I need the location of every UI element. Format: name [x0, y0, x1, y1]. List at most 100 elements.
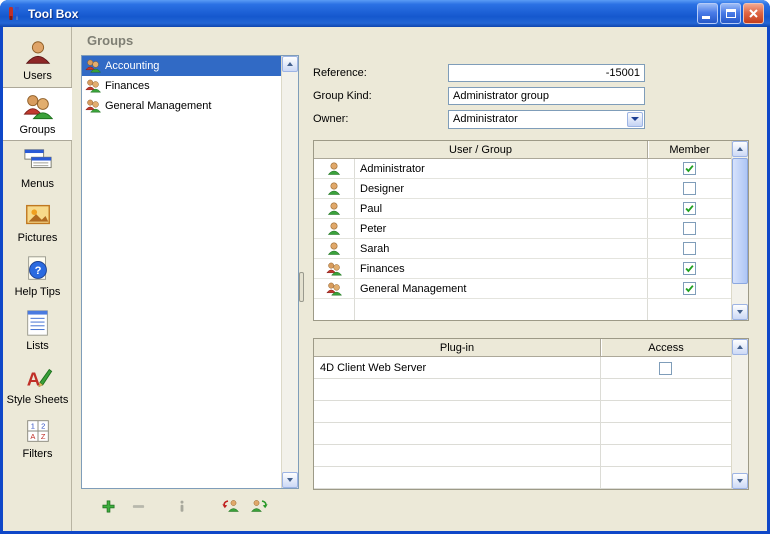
- group-icon: [326, 261, 342, 277]
- close-button[interactable]: [743, 3, 764, 24]
- sidebar-item-filters[interactable]: 1 2 A Z Filters: [3, 411, 72, 465]
- member-row[interactable]: Administrator: [314, 159, 731, 179]
- group-icon: [326, 281, 342, 297]
- plugins-scrollbar[interactable]: [731, 339, 748, 489]
- arrow-down-icon: [287, 478, 293, 482]
- member-row[interactable]: Sarah: [314, 239, 731, 259]
- style-sheets-icon: A: [23, 362, 53, 392]
- column-header-plugin: Plug-in: [314, 339, 600, 356]
- sidebar-item-groups[interactable]: Groups: [3, 87, 72, 141]
- window-content: Users Groups Menus: [3, 27, 767, 531]
- scroll-down-button[interactable]: [732, 473, 748, 489]
- groups-list-panel: Accounting Finances General Management: [81, 55, 299, 489]
- group-list-item[interactable]: General Management: [82, 96, 281, 116]
- groups-list-scrollbar[interactable]: [281, 56, 298, 488]
- splitter-handle[interactable]: [299, 272, 304, 302]
- member-checkbox[interactable]: [683, 162, 696, 175]
- members-table-body: Administrator: [314, 159, 731, 320]
- member-row[interactable]: General Management: [314, 279, 731, 299]
- lists-icon: [23, 308, 53, 338]
- chevron-down-icon: [631, 117, 639, 121]
- member-checkbox[interactable]: [683, 242, 696, 255]
- check-icon: [684, 283, 695, 294]
- check-icon: [684, 203, 695, 214]
- info-button[interactable]: [173, 497, 191, 515]
- groups-list: Accounting Finances General Management: [82, 56, 281, 488]
- group-name: Accounting: [105, 60, 159, 72]
- check-icon: [684, 263, 695, 274]
- member-checkbox[interactable]: [683, 262, 696, 275]
- pictures-icon: [23, 200, 53, 230]
- member-name: Finances: [354, 263, 647, 275]
- members-scrollbar[interactable]: [731, 141, 748, 320]
- sidebar-label: Pictures: [18, 232, 58, 244]
- owner-value: Administrator: [453, 113, 518, 125]
- member-row[interactable]: Finances: [314, 259, 731, 279]
- remove-group-button[interactable]: [129, 497, 147, 515]
- member-checkbox[interactable]: [683, 222, 696, 235]
- scroll-down-button[interactable]: [282, 472, 298, 488]
- scroll-thumb[interactable]: [732, 158, 748, 284]
- sidebar-item-help-tips[interactable]: ? Help Tips: [3, 249, 72, 303]
- menus-icon: [23, 146, 53, 176]
- user-icon: [326, 221, 342, 237]
- sidebar-item-lists[interactable]: Lists: [3, 303, 72, 357]
- scroll-up-button[interactable]: [732, 141, 748, 157]
- member-checkbox[interactable]: [683, 182, 696, 195]
- members-table-header: User / Group Member: [314, 141, 731, 159]
- plugin-row[interactable]: 4D Client Web Server: [314, 357, 731, 379]
- reference-label: Reference:: [313, 67, 448, 79]
- minimize-button[interactable]: [697, 3, 718, 24]
- arrow-up-icon: [287, 62, 293, 66]
- owner-label: Owner:: [313, 113, 448, 125]
- column-header-user-group: User / Group: [314, 141, 647, 158]
- dropdown-button[interactable]: [627, 112, 643, 127]
- titlebar[interactable]: Tool Box: [0, 0, 770, 27]
- sidebar-label: Menus: [21, 178, 54, 190]
- owner-dropdown[interactable]: Administrator: [448, 110, 645, 129]
- member-row[interactable]: Designer: [314, 179, 731, 199]
- member-checkbox[interactable]: [683, 202, 696, 215]
- close-icon: [748, 8, 759, 19]
- svg-text:A: A: [26, 368, 40, 389]
- copy-users-green-button[interactable]: [251, 497, 269, 515]
- svg-text:1: 1: [30, 422, 34, 431]
- scroll-down-button[interactable]: [732, 304, 748, 320]
- sidebar-item-pictures[interactable]: Pictures: [3, 195, 72, 249]
- reference-field[interactable]: -15001: [448, 64, 645, 82]
- svg-text:A: A: [30, 432, 35, 441]
- add-group-button[interactable]: [99, 497, 117, 515]
- info-icon: [175, 499, 189, 514]
- sidebar-label: Filters: [23, 448, 53, 460]
- member-checkbox[interactable]: [683, 282, 696, 295]
- member-name: Designer: [354, 183, 647, 195]
- user-red-arrow-icon: [221, 498, 239, 514]
- sidebar-item-users[interactable]: Users: [3, 33, 72, 87]
- svg-text:Z: Z: [40, 432, 45, 441]
- access-checkbox[interactable]: [659, 362, 672, 375]
- member-name: Paul: [354, 203, 647, 215]
- sidebar-label: Style Sheets: [7, 394, 69, 406]
- member-row[interactable]: Peter: [314, 219, 731, 239]
- group-name: General Management: [105, 100, 211, 112]
- sidebar-label: Lists: [26, 340, 49, 352]
- copy-users-red-button[interactable]: [221, 497, 239, 515]
- maximize-button[interactable]: [720, 3, 741, 24]
- scroll-up-button[interactable]: [282, 56, 298, 72]
- sidebar-item-style-sheets[interactable]: A Style Sheets: [3, 357, 72, 411]
- member-row[interactable]: Paul: [314, 199, 731, 219]
- members-table: User / Group Member Administrator: [313, 140, 749, 321]
- arrow-up-icon: [737, 345, 743, 349]
- group-list-item[interactable]: Accounting: [82, 56, 281, 76]
- sidebar-label: Users: [23, 70, 52, 82]
- group-kind-value: Administrator group: [453, 90, 549, 102]
- plugins-table: Plug-in Access 4D Client Web Server: [313, 338, 749, 490]
- sidebar-item-menus[interactable]: Menus: [3, 141, 72, 195]
- user-green-arrow-icon: [251, 498, 269, 514]
- reference-value: -15001: [606, 67, 640, 79]
- group-kind-field[interactable]: Administrator group: [448, 87, 645, 105]
- minus-icon: [131, 499, 146, 514]
- group-name: Finances: [105, 80, 150, 92]
- scroll-up-button[interactable]: [732, 339, 748, 355]
- group-list-item[interactable]: Finances: [82, 76, 281, 96]
